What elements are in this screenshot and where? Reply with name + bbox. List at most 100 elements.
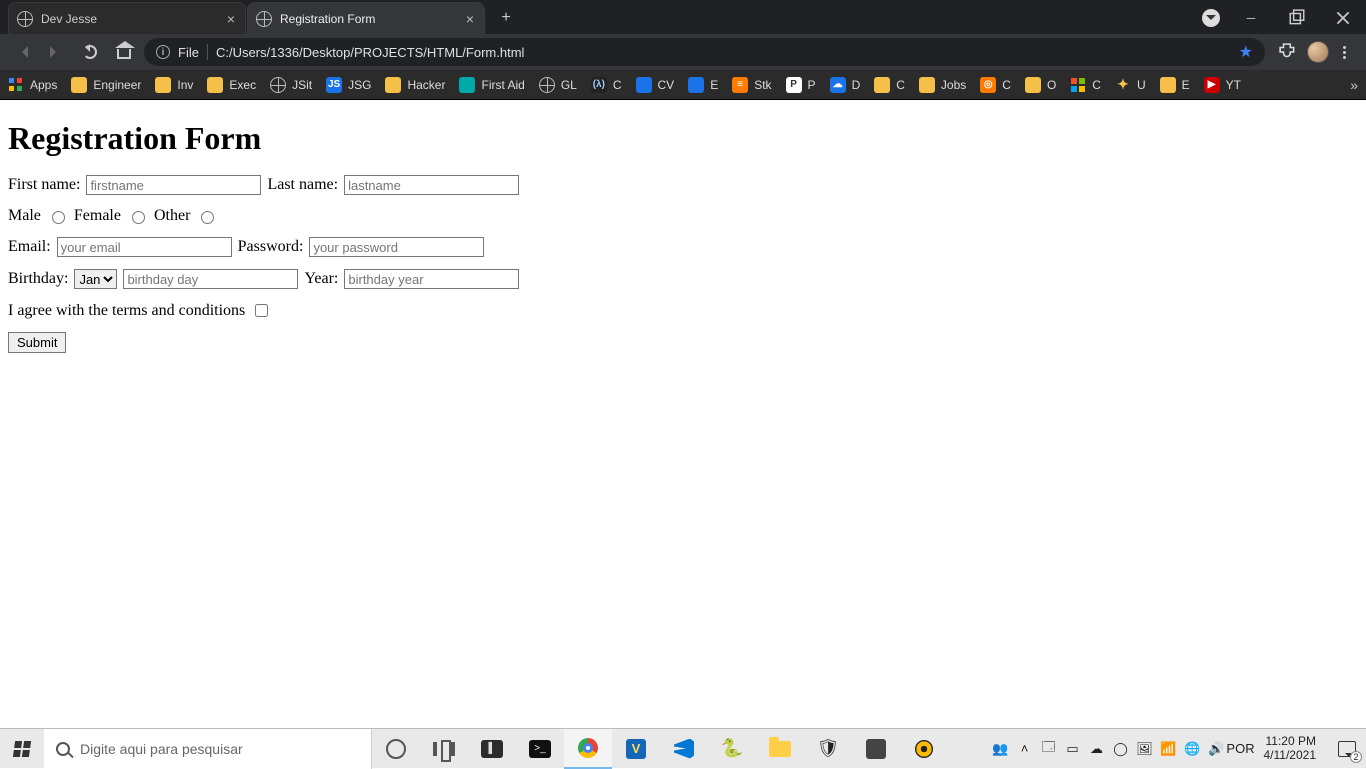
site-icon: JS (326, 77, 342, 93)
first-name-label: First name: (8, 176, 80, 194)
start-button[interactable] (0, 729, 44, 769)
birthday-day-input[interactable] (123, 269, 298, 289)
bookmark-item[interactable]: ≡Stk (732, 77, 771, 93)
url-prefix: File (178, 45, 199, 60)
gender-other-label: Other (154, 207, 190, 225)
home-button[interactable] (110, 38, 138, 66)
window-controls: ─ (1202, 2, 1366, 34)
tab-inactive[interactable]: Dev Jesse × (8, 2, 246, 34)
last-name-input[interactable] (344, 175, 519, 195)
forward-button[interactable] (42, 38, 70, 66)
volume-icon[interactable]: 🔊 (1208, 740, 1226, 758)
taskbar-app[interactable] (660, 729, 708, 769)
first-name-input[interactable] (86, 175, 261, 195)
bookmark-item[interactable]: E (688, 77, 718, 93)
bookmark-item[interactable]: C (1070, 77, 1101, 93)
task-view-button[interactable] (420, 729, 468, 769)
bookmark-item[interactable]: GL (539, 77, 577, 93)
email-input[interactable] (57, 237, 232, 257)
bookmark-item[interactable]: Jobs (919, 77, 966, 93)
wifi-icon[interactable]: 📶 (1160, 740, 1178, 758)
bookmark-item[interactable]: O (1025, 77, 1056, 93)
bookmark-item[interactable]: ▶YT (1204, 77, 1241, 93)
bookmark-item[interactable]: Engineer (71, 77, 141, 93)
password-input[interactable] (309, 237, 484, 257)
taskbar-app[interactable]: 🛡 (804, 729, 852, 769)
bookmark-star-icon[interactable]: ★ (1239, 42, 1253, 62)
close-icon[interactable]: × (464, 12, 476, 26)
birthday-month-select[interactable]: Jan (74, 269, 117, 289)
menu-button[interactable] (1337, 46, 1352, 59)
terms-checkbox[interactable] (255, 304, 268, 317)
bookmark-item[interactable]: Exec (207, 77, 256, 93)
bookmark-label: D (852, 78, 861, 92)
tab-title: Dev Jesse (41, 12, 217, 26)
bookmark-item[interactable]: Inv (155, 77, 193, 93)
submit-button[interactable]: Submit (8, 332, 66, 353)
close-icon[interactable]: × (225, 12, 237, 26)
taskbar-search[interactable]: Digite aqui para pesquisar (44, 729, 372, 769)
cortana-button[interactable] (372, 729, 420, 769)
action-center-button[interactable]: 2 (1330, 729, 1364, 769)
new-tab-button[interactable]: + (492, 4, 520, 32)
taskbar-app[interactable] (756, 729, 804, 769)
birthday-row: Birthday: Jan Year: (8, 269, 1358, 289)
reload-button[interactable] (76, 38, 104, 66)
minimize-button[interactable]: ─ (1228, 2, 1274, 34)
tab-active[interactable]: Registration Form × (247, 2, 485, 34)
gender-other-radio[interactable] (201, 211, 214, 224)
bookmarks-overflow-icon[interactable]: » (1350, 77, 1358, 93)
bookmark-item[interactable]: ✦U (1115, 77, 1146, 93)
site-icon: ▶ (1204, 77, 1220, 93)
taskbar-app[interactable]: 🐍 (708, 729, 756, 769)
bookmark-item[interactable]: ☁D (830, 77, 861, 93)
taskbar-clock[interactable]: 11:20 PM 4/11/2021 (1256, 735, 1325, 763)
bookmark-item[interactable]: (λ)C (591, 77, 622, 93)
bookmark-item[interactable]: E (1160, 77, 1190, 93)
bookmark-label: E (710, 78, 718, 92)
bookmark-item[interactable]: JSJSG (326, 77, 371, 93)
taskbar-app[interactable]: ▌ (468, 729, 516, 769)
tray-icon[interactable]: 🖼 (1136, 740, 1154, 758)
bookmark-item[interactable]: PP (786, 77, 816, 93)
close-window-button[interactable] (1320, 2, 1366, 34)
bookmark-label: Exec (229, 78, 256, 92)
tray-chevron-up-icon[interactable]: ˄ (1016, 740, 1034, 758)
people-icon[interactable]: 👥 (992, 740, 1010, 758)
tray-icon[interactable]: 🗔 (1040, 740, 1058, 758)
bookmark-item[interactable]: First Aid (459, 77, 524, 93)
taskbar-app[interactable]: >_ (516, 729, 564, 769)
bookmark-label: C (613, 78, 622, 92)
site-info-icon[interactable]: i (156, 45, 170, 59)
bookmark-item[interactable]: CV (636, 77, 675, 93)
bookmark-label: U (1137, 78, 1146, 92)
battery-icon[interactable]: ▭ (1064, 740, 1082, 758)
address-bar[interactable]: i File C:/Users/1336/Desktop/PROJECTS/HT… (144, 38, 1265, 66)
back-button[interactable] (8, 38, 36, 66)
security-icon: 🛡 (816, 737, 840, 761)
bookmark-item[interactable]: Hacker (385, 77, 445, 93)
onedrive-icon[interactable]: ☁ (1088, 740, 1106, 758)
network-icon[interactable]: 🌐 (1184, 740, 1202, 758)
profile-avatar[interactable] (1307, 41, 1329, 63)
maximize-button[interactable] (1274, 2, 1320, 34)
bookmark-item[interactable]: Apps (8, 77, 57, 93)
taskbar-app[interactable] (852, 729, 900, 769)
taskbar-chrome[interactable] (564, 729, 612, 769)
language-indicator[interactable]: POR (1232, 740, 1250, 758)
tray-icon[interactable]: ◯ (1112, 740, 1130, 758)
extensions-icon[interactable] (1277, 41, 1299, 63)
taskbar-app[interactable]: V (612, 729, 660, 769)
bookmark-item[interactable]: ◎C (980, 77, 1011, 93)
gender-male-radio[interactable] (52, 211, 65, 224)
bookmark-item[interactable]: C (874, 77, 905, 93)
gender-row: Male Female Other (8, 207, 1358, 225)
gender-female-radio[interactable] (132, 211, 145, 224)
site-icon (459, 77, 475, 93)
taskbar-app[interactable] (900, 729, 948, 769)
birthday-year-input[interactable] (344, 269, 519, 289)
toolbar-right (1271, 41, 1358, 63)
account-menu-icon[interactable] (1202, 9, 1220, 27)
terminal-icon: ▌ (481, 740, 503, 758)
bookmark-item[interactable]: JSit (270, 77, 312, 93)
